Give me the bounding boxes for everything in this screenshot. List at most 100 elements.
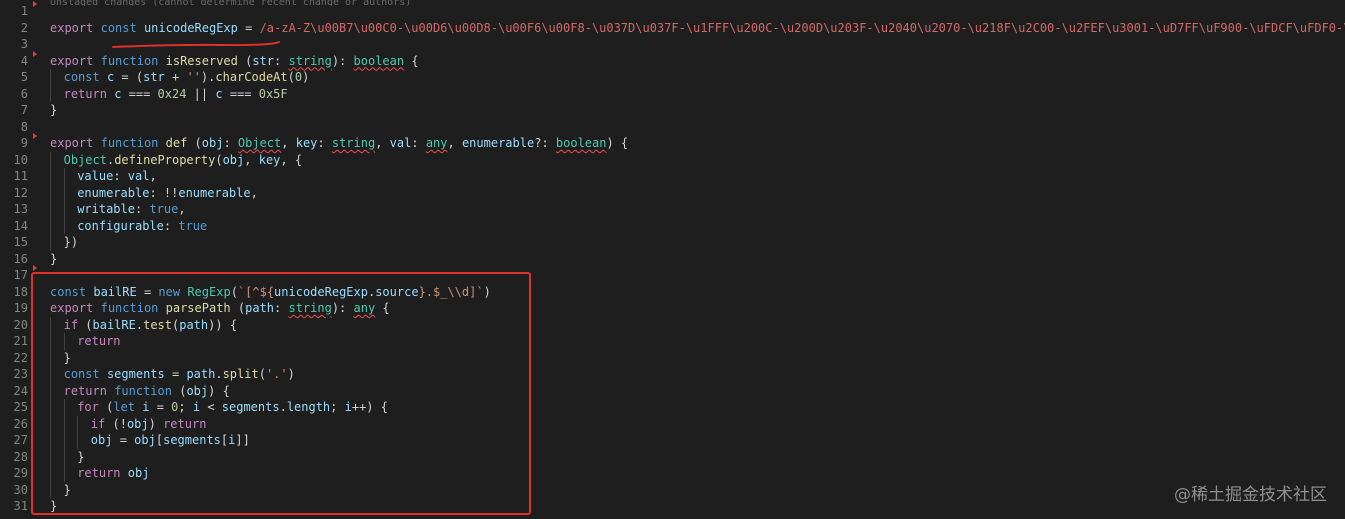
code-token: enumerable — [178, 185, 251, 200]
line-number[interactable]: 31 — [0, 498, 28, 515]
code-token: defineProperty — [114, 152, 216, 167]
code-token: : — [411, 136, 426, 150]
code-token: 0x5F — [258, 86, 288, 101]
code-line[interactable]: 12 enumerable: !!enumerable, — [0, 184, 1345, 202]
code-text[interactable]: writable: true, — [77, 201, 185, 218]
line-number[interactable]: 21 — [0, 333, 28, 350]
code-text[interactable]: export function def (obj: Object, key: s… — [50, 135, 628, 152]
code-token: /a-zA-Z\u00B7\u00C0-\u00D6\u00D8-\u00F6\… — [259, 20, 1345, 35]
line-number[interactable]: 19 — [0, 300, 28, 317]
change-marker-icon — [33, 265, 37, 271]
code-line[interactable]: 6 return c === 0x24 || c === 0x5F — [0, 85, 1345, 103]
code-token: unicodeRegExp — [143, 20, 238, 35]
line-number[interactable]: 13 — [0, 201, 28, 218]
change-marker-icon — [33, 1, 37, 7]
line-number[interactable]: 15 — [0, 234, 28, 251]
code-token: c — [215, 86, 223, 101]
line-number[interactable]: 5 — [0, 69, 28, 86]
indent-guide — [63, 201, 65, 218]
code-token: , — [178, 202, 186, 216]
indent-guide — [63, 184, 65, 201]
code-line[interactable]: 16} — [0, 251, 1345, 268]
code-line[interactable]: 9 export function def (obj: Object, key: … — [0, 133, 1345, 152]
line-number[interactable]: 9 — [0, 135, 28, 152]
line-number[interactable]: 4 — [0, 53, 28, 70]
code-token: obj — [201, 136, 224, 150]
line-number[interactable]: 22 — [0, 350, 28, 367]
code-token: }) — [63, 235, 79, 249]
code-line[interactable]: 5 const c = (str + '').charCodeAt(0) — [0, 69, 1345, 86]
line-number[interactable]: 27 — [0, 432, 28, 449]
code-text[interactable]: Object.defineProperty(obj, key, { — [64, 152, 303, 169]
code-token: function — [100, 136, 159, 150]
code-line[interactable]: 7} — [0, 102, 1345, 119]
line-number[interactable]: 18 — [0, 284, 28, 301]
line-number[interactable]: 3 — [0, 36, 28, 53]
line-number[interactable]: 30 — [0, 482, 28, 499]
code-token: key — [258, 152, 281, 167]
code-text[interactable]: return c === 0x24 || c === 0x5F — [64, 86, 288, 103]
code-token: , — [149, 169, 157, 183]
code-token: + — [164, 70, 187, 84]
code-line[interactable]: 1 — [0, 1, 1345, 20]
code-token: ( — [237, 53, 253, 68]
code-token: val — [389, 136, 412, 150]
line-number[interactable]: 12 — [0, 185, 28, 202]
code-token: string — [288, 53, 332, 68]
line-number[interactable]: 17 — [0, 267, 28, 284]
code-token: : — [134, 202, 150, 216]
code-token: : — [223, 136, 238, 150]
code-token: export — [50, 53, 94, 68]
line-number[interactable]: 20 — [0, 317, 28, 334]
line-number[interactable]: 14 — [0, 218, 28, 235]
code-token: ). — [200, 70, 216, 84]
code-line[interactable]: 15}) — [0, 234, 1345, 251]
line-number[interactable]: 10 — [0, 152, 28, 169]
code-text[interactable]: } — [50, 251, 57, 268]
code-text[interactable]: } — [50, 102, 57, 119]
code-token: string — [331, 136, 376, 150]
code-line[interactable]: 4 export function isReserved (str: string… — [0, 50, 1345, 70]
code-text[interactable]: const c = (str + '').charCodeAt(0) — [64, 69, 310, 86]
line-number[interactable]: 6 — [0, 86, 28, 103]
code-token: enumerable — [77, 185, 150, 200]
code-token: charCodeAt — [215, 70, 288, 84]
code-token: str — [143, 70, 165, 84]
line-number[interactable]: 7 — [0, 102, 28, 119]
code-text[interactable]: export function isReserved (str: string)… — [50, 53, 419, 70]
line-number[interactable]: 24 — [0, 383, 28, 400]
line-number[interactable]: 28 — [0, 449, 28, 466]
code-token: export — [50, 136, 94, 150]
code-line[interactable]: 8 — [0, 119, 1345, 136]
code-token: } — [50, 103, 58, 117]
line-number[interactable]: 2 — [0, 20, 28, 37]
line-number[interactable]: 8 — [0, 119, 28, 136]
line-number[interactable]: 25 — [0, 399, 28, 416]
line-number[interactable]: 1 — [0, 3, 28, 20]
code-line[interactable]: 13 writable: true, — [0, 201, 1345, 218]
line-number[interactable]: 23 — [0, 366, 28, 383]
annotation-underline — [112, 41, 280, 48]
code-line[interactable]: 11 value: val, — [0, 168, 1345, 185]
code-line[interactable]: 2 export const unicodeRegExp = /a-zA-Z\u0… — [0, 20, 1345, 37]
code-line[interactable]: 10 Object.defineProperty(obj, key, { — [0, 151, 1345, 169]
code-text[interactable]: }) — [64, 234, 78, 251]
code-line[interactable]: 14 configurable: true — [0, 217, 1345, 235]
line-number[interactable]: 11 — [0, 168, 28, 185]
code-text[interactable]: export const unicodeRegExp = /a-zA-Z\u00… — [50, 20, 1345, 37]
code-token: const — [100, 20, 137, 35]
line-number[interactable]: 26 — [0, 416, 28, 433]
code-text[interactable]: configurable: true — [77, 218, 207, 235]
code-token: true — [178, 218, 208, 233]
code-token: str — [252, 53, 275, 68]
indent-guide — [50, 168, 51, 185]
code-token: === — [121, 86, 158, 101]
code-text[interactable]: enumerable: !!enumerable, — [77, 185, 258, 202]
line-number[interactable]: 16 — [0, 251, 28, 268]
line-number[interactable]: 29 — [0, 465, 28, 482]
code-text[interactable]: value: val, — [77, 168, 157, 185]
